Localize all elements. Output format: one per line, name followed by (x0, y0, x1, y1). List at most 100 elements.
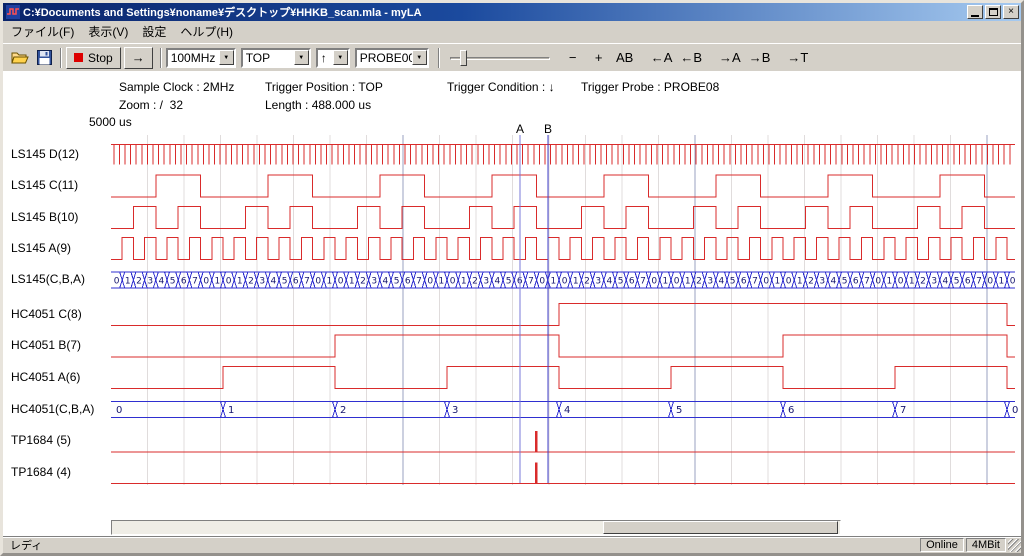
minimize-button[interactable] (967, 5, 983, 19)
svg-text:7: 7 (416, 277, 422, 287)
svg-text:0: 0 (203, 277, 209, 287)
channel-label: HC4051 A(6) (11, 370, 80, 384)
svg-text:5: 5 (676, 405, 682, 416)
goto-cursor-b-button[interactable]: ←B (676, 47, 706, 69)
zoom-slider[interactable] (448, 47, 552, 69)
toolbar: Stop → 100MHz ▼ TOP ▼ ↑ ▼ PROBE00 ▼ − + … (3, 43, 1021, 71)
svg-text:7: 7 (528, 277, 534, 287)
set-cursor-b-button[interactable]: →B (745, 47, 775, 69)
svg-text:1: 1 (215, 277, 221, 287)
svg-text:0: 0 (114, 277, 120, 287)
svg-text:4: 4 (383, 277, 389, 287)
menu-item-file[interactable]: ファイル(F) (4, 21, 81, 43)
status-panels: Online 4MBit (918, 538, 1021, 552)
stop-label: Stop (88, 51, 113, 65)
svg-text:4: 4 (607, 277, 613, 287)
trigger-position-select[interactable]: TOP ▼ (241, 48, 311, 68)
floppy-icon (37, 50, 52, 65)
svg-text:5: 5 (618, 277, 624, 287)
svg-text:3: 3 (452, 405, 458, 416)
svg-text:0: 0 (674, 277, 680, 287)
svg-text:1: 1 (573, 277, 579, 287)
svg-text:4: 4 (831, 277, 837, 287)
sample-rate-value: 100MHz (168, 51, 219, 65)
svg-text:7: 7 (900, 405, 906, 416)
svg-text:4: 4 (271, 277, 277, 287)
svg-text:6: 6 (629, 277, 635, 287)
chevron-down-icon[interactable]: ▼ (412, 50, 427, 65)
channel-label: LS145 B(10) (11, 210, 78, 224)
length-info: Length : 488.000 us (265, 98, 371, 112)
svg-text:0: 0 (116, 405, 122, 416)
trigger-probe-info: Trigger Probe : PROBE08 (581, 80, 719, 94)
timescale-label: 5000 us (89, 115, 132, 129)
run-arrow-icon: → (132, 50, 145, 65)
menu-item-help[interactable]: ヘルプ(H) (173, 21, 240, 43)
channel-label: TP1684 (4) (11, 465, 71, 479)
trigger-position-value: TOP (243, 51, 294, 65)
channel-label: LS145 C(11) (11, 178, 78, 192)
svg-text:7: 7 (752, 277, 758, 287)
svg-text:0: 0 (763, 277, 769, 287)
stop-button[interactable]: Stop (66, 47, 121, 69)
svg-text:1: 1 (775, 277, 781, 287)
svg-text:3: 3 (483, 277, 489, 287)
svg-text:0: 0 (1010, 277, 1016, 287)
svg-text:3: 3 (147, 277, 153, 287)
svg-text:1: 1 (887, 277, 893, 287)
zoom-info: Zoom : / 32 (119, 98, 183, 112)
slider-thumb[interactable] (460, 50, 467, 66)
goto-cursor-a-button[interactable]: ←A (647, 47, 677, 69)
waveform-plot[interactable]: 0123456701012345670101234567010123456701… (111, 133, 1019, 489)
chevron-down-icon[interactable]: ▼ (333, 50, 348, 65)
svg-text:3: 3 (707, 277, 713, 287)
set-cursor-a-button[interactable]: →A (715, 47, 745, 69)
svg-text:2: 2 (920, 277, 926, 287)
trigger-condition-info: Trigger Condition : ↓ (447, 80, 555, 94)
svg-text:0: 0 (338, 277, 344, 287)
horizontal-scrollbar[interactable] (111, 520, 841, 535)
svg-text:6: 6 (788, 405, 794, 416)
chevron-down-icon[interactable]: ▼ (219, 50, 234, 65)
scrollbar-thumb[interactable] (603, 521, 838, 534)
svg-text:1: 1 (461, 277, 467, 287)
menu-item-settings[interactable]: 設定 (135, 21, 173, 43)
channel-label: LS145(C,B,A) (11, 272, 85, 286)
sample-clock-info: Sample Clock : 2MHz (119, 80, 234, 94)
svg-text:0: 0 (987, 277, 993, 287)
svg-text:0: 0 (786, 277, 792, 287)
zoom-out-button[interactable]: − (560, 47, 586, 69)
title-bar[interactable]: C:¥Documents and Settings¥noname¥デスクトップ¥… (3, 3, 1021, 21)
probe-value: PROBE00 (357, 51, 412, 65)
ab-button[interactable]: AB (612, 47, 638, 69)
run-button[interactable]: → (124, 47, 153, 69)
menu-item-view[interactable]: 表示(V) (81, 21, 135, 43)
svg-text:0: 0 (875, 277, 881, 287)
svg-text:0: 0 (1012, 405, 1018, 416)
probe-select[interactable]: PROBE00 ▼ (355, 48, 429, 68)
svg-text:2: 2 (340, 405, 346, 416)
status-bar: レディ Online 4MBit (3, 536, 1021, 553)
resize-grip[interactable] (1008, 539, 1021, 552)
svg-text:1: 1 (685, 277, 691, 287)
svg-text:0: 0 (315, 277, 321, 287)
svg-text:1: 1 (349, 277, 355, 287)
channel-label: HC4051 B(7) (11, 338, 81, 352)
online-indicator: Online (920, 538, 964, 552)
svg-text:2: 2 (808, 277, 814, 287)
svg-text:0: 0 (450, 277, 456, 287)
goto-trigger-button[interactable]: →T (783, 47, 812, 69)
trigger-edge-select[interactable]: ↑ ▼ (316, 48, 350, 68)
trigger-position-info: Trigger Position : TOP (265, 80, 383, 94)
close-button[interactable]: × (1003, 5, 1019, 19)
chevron-down-icon[interactable]: ▼ (294, 50, 309, 65)
memory-indicator: 4MBit (966, 538, 1006, 552)
zoom-in-button[interactable]: + (586, 47, 612, 69)
sample-rate-select[interactable]: 100MHz ▼ (166, 48, 236, 68)
save-button[interactable] (32, 47, 56, 69)
maximize-button[interactable] (985, 5, 1001, 19)
channel-label: TP1684 (5) (11, 433, 71, 447)
svg-text:4: 4 (495, 277, 501, 287)
minimize-icon (971, 15, 979, 17)
open-button[interactable] (8, 47, 32, 69)
